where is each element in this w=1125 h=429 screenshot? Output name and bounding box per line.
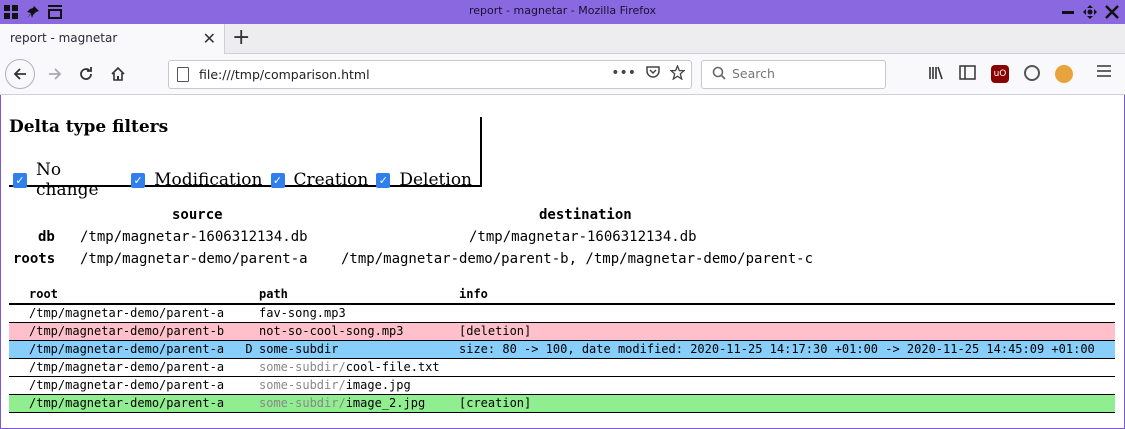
forward-icon[interactable] bbox=[40, 59, 70, 89]
close-tab-icon[interactable]: ✕ bbox=[203, 29, 216, 48]
destination-header: destination bbox=[539, 207, 632, 223]
home-icon[interactable] bbox=[103, 59, 133, 89]
nav-toolbar: file:///tmp/comparison.html ••• uO bbox=[0, 54, 1125, 95]
destination-roots: /tmp/magnetar-demo/parent-b, /tmp/magnet… bbox=[341, 251, 814, 267]
path-name: some-subdir bbox=[259, 342, 339, 356]
filter-deletion-label: Deletion bbox=[399, 170, 472, 190]
cell-info bbox=[459, 304, 1115, 323]
table-row: /tmp/magnetar-demo/parent-b not-so-cool-… bbox=[9, 322, 1115, 341]
roots-label: roots bbox=[13, 251, 56, 267]
cell-mark bbox=[239, 304, 259, 323]
header-mark bbox=[239, 285, 259, 305]
menu-icon[interactable] bbox=[1097, 65, 1111, 81]
header-root: root bbox=[9, 285, 239, 305]
page-icon bbox=[177, 67, 189, 82]
source-roots: /tmp/magnetar-demo/parent-a bbox=[80, 251, 308, 267]
cell-path: fav-song.mp3 bbox=[259, 304, 459, 323]
filter-creation-label: Creation bbox=[293, 170, 369, 190]
cell-root: /tmp/magnetar-demo/parent-a bbox=[9, 358, 239, 377]
cell-root: /tmp/magnetar-demo/parent-a bbox=[9, 340, 239, 359]
path-prefix: some-subdir/ bbox=[259, 378, 346, 392]
table-row: /tmp/magnetar-demo/parent-a fav-song.mp3 bbox=[9, 304, 1115, 323]
extension-icon[interactable] bbox=[1055, 65, 1073, 83]
db-label: db bbox=[38, 229, 55, 245]
cell-root: /tmp/magnetar-demo/parent-b bbox=[9, 322, 239, 341]
filter-creation-checkbox[interactable]: ✓ bbox=[270, 172, 285, 188]
filter-deletion-checkbox[interactable]: ✓ bbox=[376, 172, 391, 188]
path-name: not-so-cool-song.mp3 bbox=[259, 324, 404, 338]
pocket-icon[interactable] bbox=[646, 65, 660, 84]
path-name: fav-song.mp3 bbox=[259, 306, 346, 321]
cell-path: some-subdir/image.jpg bbox=[259, 376, 459, 395]
cell-mark: D bbox=[239, 340, 259, 359]
library-icon[interactable] bbox=[928, 65, 944, 85]
filter-nochange-checkbox[interactable]: ✓ bbox=[13, 172, 28, 188]
cell-mark bbox=[239, 358, 259, 377]
cell-path: some-subdir bbox=[259, 340, 459, 359]
table-header-row: root path info bbox=[9, 285, 1115, 305]
cell-mark bbox=[239, 322, 259, 341]
path-prefix: some-subdir/ bbox=[259, 396, 346, 410]
path-name: image_2.jpg bbox=[345, 396, 426, 410]
page-content: Delta type filters ✓ No change ✓ Modific… bbox=[1, 95, 1124, 428]
filter-modification-label: Modification bbox=[154, 170, 263, 190]
delta-filters-box: Delta type filters ✓ No change ✓ Modific… bbox=[9, 117, 482, 200]
header-path: path bbox=[259, 285, 459, 305]
tab-title: report - magnetar bbox=[10, 31, 118, 45]
cell-info: size: 80 -> 100, date modified: 2020-11-… bbox=[459, 340, 1115, 359]
cell-path: not-so-cool-song.mp3 bbox=[259, 322, 459, 341]
table-row: /tmp/magnetar-demo/parent-a some-subdir/… bbox=[9, 376, 1115, 395]
sidebar-icon[interactable] bbox=[959, 65, 976, 84]
ublock-icon[interactable]: uO bbox=[991, 65, 1009, 83]
reload-icon[interactable] bbox=[71, 59, 101, 89]
url-text[interactable]: file:///tmp/comparison.html bbox=[199, 67, 370, 82]
cell-info bbox=[459, 376, 1115, 395]
cell-info bbox=[459, 358, 1115, 377]
filters-heading: Delta type filters bbox=[9, 117, 169, 137]
minimize-icon[interactable] bbox=[1059, 3, 1077, 21]
account-icon[interactable] bbox=[1024, 65, 1040, 81]
close-window-icon[interactable] bbox=[1103, 3, 1121, 21]
tab-report[interactable]: report - magnetar ✕ bbox=[0, 24, 225, 54]
destination-db: /tmp/magnetar-1606312134.db bbox=[469, 229, 697, 245]
window-titlebar: report - magnetar - Mozilla Firefox bbox=[0, 0, 1125, 24]
cell-root: /tmp/magnetar-demo/parent-a bbox=[9, 394, 239, 413]
table-row: /tmp/magnetar-demo/parent-a D some-subdi… bbox=[9, 340, 1115, 359]
path-name: image.jpg bbox=[345, 378, 411, 392]
search-icon bbox=[712, 66, 726, 84]
more-icon[interactable]: ••• bbox=[611, 65, 636, 84]
cell-root: /tmp/magnetar-demo/parent-a bbox=[9, 304, 239, 323]
path-name: cool-file.txt bbox=[345, 360, 440, 374]
filter-nochange-label: No change bbox=[36, 160, 99, 200]
cell-info: [deletion] bbox=[459, 322, 1115, 341]
cell-path: some-subdir/image_2.jpg bbox=[259, 394, 459, 413]
cell-mark bbox=[239, 376, 259, 395]
back-icon[interactable] bbox=[5, 59, 35, 89]
comparison-table: root path info /tmp/magnetar-demo/parent… bbox=[9, 285, 1115, 413]
move-icon[interactable] bbox=[1081, 3, 1099, 21]
search-input[interactable] bbox=[732, 66, 872, 81]
tab-strip: report - magnetar ✕ + bbox=[0, 24, 1125, 54]
star-icon[interactable] bbox=[669, 64, 686, 84]
url-bar[interactable]: file:///tmp/comparison.html ••• bbox=[168, 60, 692, 89]
cell-info: [creation] bbox=[459, 394, 1115, 413]
window-title: report - magnetar - Mozilla Firefox bbox=[468, 4, 657, 17]
filter-modification-checkbox[interactable]: ✓ bbox=[131, 172, 146, 188]
path-prefix: some-subdir/ bbox=[259, 360, 346, 374]
table-row: /tmp/magnetar-demo/parent-a some-subdir/… bbox=[9, 394, 1115, 413]
source-header: source bbox=[172, 207, 223, 223]
source-db: /tmp/magnetar-1606312134.db bbox=[80, 229, 308, 245]
search-bar[interactable] bbox=[701, 60, 886, 89]
cell-root: /tmp/magnetar-demo/parent-a bbox=[9, 376, 239, 395]
table-row: /tmp/magnetar-demo/parent-a some-subdir/… bbox=[9, 358, 1115, 377]
cell-mark bbox=[239, 394, 259, 413]
cell-path: some-subdir/cool-file.txt bbox=[259, 358, 459, 377]
header-info: info bbox=[459, 285, 1115, 305]
new-tab-icon[interactable]: + bbox=[232, 26, 250, 50]
